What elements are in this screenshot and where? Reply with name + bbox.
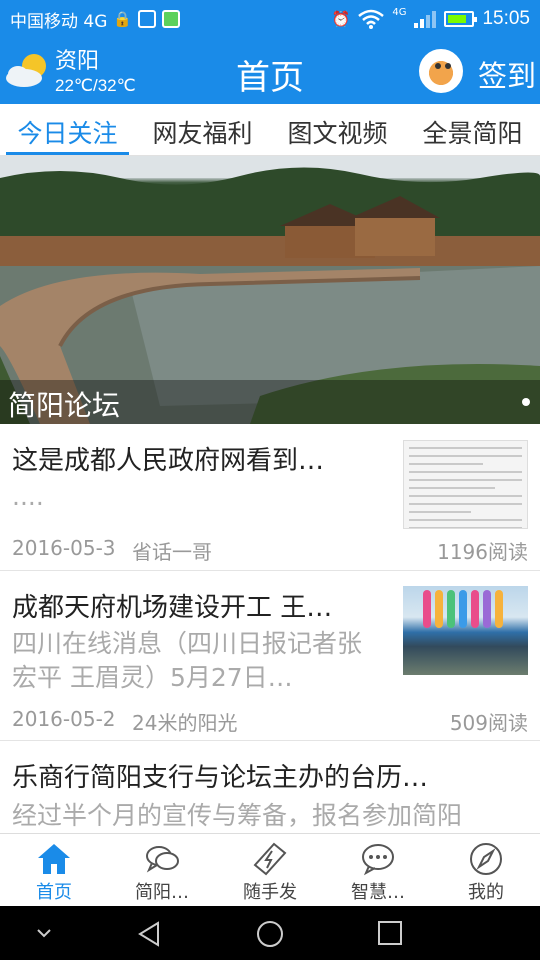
news-date: 2016-05-2 [12, 707, 116, 731]
nav-label: 简阳… [135, 882, 189, 903]
home-icon [38, 844, 70, 874]
nav-mine[interactable]: 我的 [432, 834, 540, 906]
chat-bubbles-icon [146, 846, 179, 873]
nav-smart[interactable]: 智慧… [324, 834, 432, 906]
recents-icon[interactable] [377, 920, 403, 946]
home-button-icon[interactable] [255, 920, 285, 950]
clock: 15:05 [482, 8, 530, 29]
news-title: 这是成都人民政府网看到… [12, 446, 325, 476]
news-author: 省话一哥 [132, 540, 212, 564]
battery-icon [444, 11, 478, 27]
news-summary: 经过半个月的宣传与筹备，报名参加简阳 [12, 801, 463, 830]
news-title: 成都天府机场建设开工 王… [12, 593, 333, 623]
compass-icon [470, 843, 502, 875]
news-summary: .... [12, 482, 44, 511]
collapse-icon[interactable] [34, 920, 54, 946]
app-notification-icon [162, 10, 181, 28]
news-date: 2016-05-3 [12, 536, 116, 560]
nav-forum[interactable]: 简阳… [108, 834, 216, 906]
nav-label: 智慧… [351, 882, 405, 903]
banner-caption: 简阳论坛 [0, 380, 540, 424]
banner-carousel[interactable]: 简阳论坛 [0, 156, 540, 424]
news-reads: 509阅读 [449, 711, 528, 735]
nav-home[interactable]: 首页 [0, 834, 108, 906]
nav-post[interactable]: 随手发 [216, 834, 324, 906]
news-thumbnail [403, 586, 528, 675]
wifi-icon [358, 9, 385, 29]
tab-photo-video[interactable]: 图文视频 [270, 104, 405, 155]
news-item[interactable]: 乐商行简阳支行与论坛主办的台历… 经过半个月的宣传与筹备，报名参加简阳 [0, 741, 540, 833]
avatar[interactable] [419, 49, 463, 93]
gallery-icon [138, 10, 157, 28]
news-item[interactable]: 这是成都人民政府网看到… .... 2016-05-3 省话一哥 1196阅读 [0, 424, 540, 571]
news-author: 24米的阳光 [132, 711, 238, 735]
signal-icon [414, 10, 437, 28]
news-thumbnail [403, 440, 528, 529]
status-bar: 中国移动 4G 🔒 ⏰ 4G 15:05 [0, 0, 540, 38]
back-icon[interactable] [136, 920, 164, 948]
carousel-indicator [522, 398, 530, 406]
nav-label: 随手发 [243, 882, 297, 903]
system-nav-bar [0, 906, 540, 960]
news-item[interactable]: 成都天府机场建设开工 王… 四川在线消息（四川日报记者张宏平 王眉灵）5月27日… [0, 571, 540, 741]
news-summary: 四川在线消息（四川日报记者张宏平 王眉灵）5月27日… [12, 629, 363, 692]
lock-icon: 🔒 [113, 9, 133, 28]
category-tabs: 今日关注 网友福利 图文视频 全景简阳 [0, 104, 540, 156]
nav-label: 我的 [468, 882, 504, 903]
tab-panorama-jianyang[interactable]: 全景简阳 [405, 104, 540, 155]
news-title: 乐商行简阳支行与论坛主办的台历… [12, 763, 429, 793]
app-header: 资阳 22℃/32℃ 首页 签到 [0, 38, 540, 104]
carrier-label: 中国移动 4G [10, 11, 108, 32]
bottom-nav: 首页 简阳… 随手发 智慧… 我的 [0, 833, 540, 906]
alarm-icon: ⏰ [331, 9, 351, 28]
lightning-tag-icon [253, 842, 287, 876]
tab-today-focus[interactable]: 今日关注 [0, 104, 135, 155]
message-dots-icon [362, 844, 394, 876]
tab-netizen-welfare[interactable]: 网友福利 [135, 104, 270, 155]
news-reads: 1196阅读 [437, 540, 528, 564]
checkin-button[interactable]: 签到 [478, 53, 536, 95]
nav-label: 首页 [36, 882, 72, 903]
network-type-label: 4G [392, 6, 407, 18]
